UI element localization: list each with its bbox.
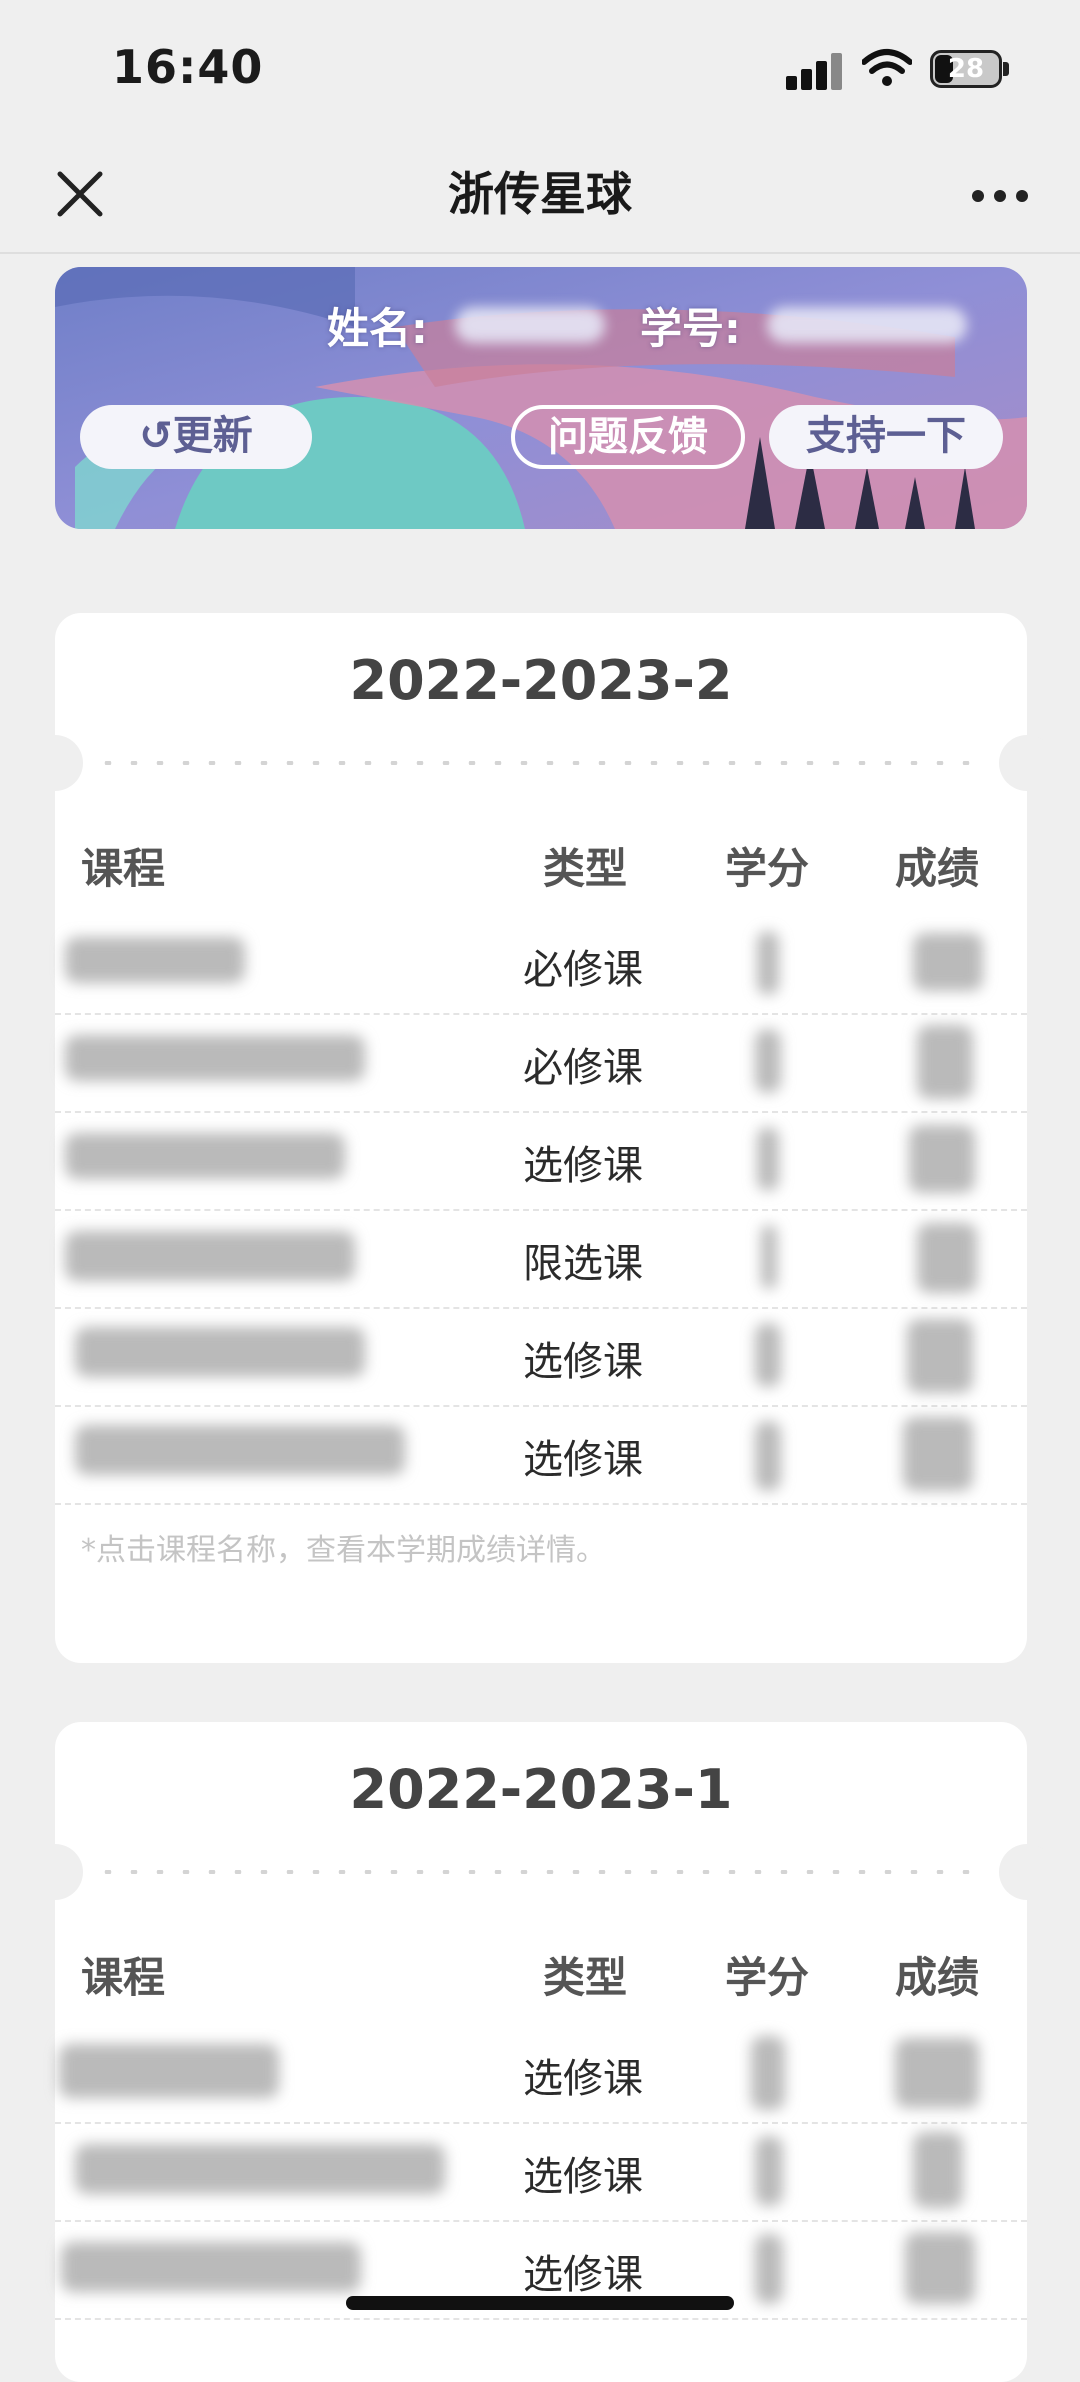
redacted-credit (755, 1029, 781, 1093)
feedback-button[interactable]: 问题反馈 (511, 405, 745, 469)
course-type: 选修课 (523, 2056, 643, 2102)
table-row[interactable]: 选修课 (55, 1405, 1027, 1505)
refresh-icon: ↺ (139, 413, 173, 459)
column-header-type: 类型 (543, 1953, 628, 2002)
status-bar: 16:40 28 (0, 0, 1080, 140)
student-info: 姓名: 学号: (55, 295, 1027, 355)
table-row[interactable]: 选修课 (55, 2024, 1027, 2124)
column-header-course: 课程 (81, 1953, 166, 2002)
course-type: 选修课 (523, 1143, 643, 1189)
battery-level: 28 (947, 54, 985, 84)
redacted-score (903, 1417, 973, 1491)
card-notch (999, 1844, 1055, 1900)
redacted-course-name[interactable] (65, 937, 245, 983)
table-row[interactable]: 必修课 (55, 915, 1027, 1015)
support-label: 支持一下 (806, 413, 966, 459)
redacted-course-name[interactable] (75, 1327, 365, 1377)
redacted-student-id (767, 307, 967, 343)
semester-card: 2022-2023-2 课程 类型 学分 成绩 必修课 必修课 选修课 限选课 … (27, 613, 1055, 1663)
redacted-course-name[interactable] (65, 1035, 365, 1081)
nav-bar: 浙传星球 (0, 140, 1080, 254)
course-type: 选修课 (523, 1339, 643, 1385)
refresh-button[interactable]: ↺更新 (80, 405, 312, 469)
redacted-credit (757, 931, 779, 995)
column-header-score: 成绩 (895, 1953, 980, 2002)
redacted-score (895, 2038, 979, 2108)
column-header-credit: 学分 (725, 844, 810, 893)
course-type: 选修课 (523, 2252, 643, 2298)
redacted-course-name[interactable] (61, 2242, 361, 2292)
page-title: 浙传星球 (448, 167, 632, 221)
redacted-course-name[interactable] (65, 1231, 355, 1281)
battery-icon: 28 (930, 50, 1002, 88)
dotted-divider (95, 1870, 987, 1874)
table-row[interactable]: 选修课 (55, 1307, 1027, 1407)
student-id-label: 学号: (640, 304, 741, 353)
card-notch (27, 1844, 83, 1900)
signal-icon (786, 50, 846, 90)
redacted-course-name[interactable] (75, 1425, 405, 1475)
battery-tip (1003, 62, 1009, 76)
redacted-credit (755, 2234, 783, 2304)
card-notch (999, 735, 1055, 791)
redacted-score (917, 1025, 973, 1099)
column-header-course: 课程 (81, 844, 166, 893)
redacted-course-name[interactable] (59, 2044, 279, 2098)
course-type: 限选课 (523, 1241, 643, 1287)
hint-text: *点击课程名称，查看本学期成绩详情。 (81, 1533, 606, 1568)
course-type: 选修课 (523, 2154, 643, 2200)
redacted-score (913, 2132, 963, 2208)
redacted-name (455, 307, 605, 343)
course-type: 必修课 (523, 1045, 643, 1091)
card-notch (27, 735, 83, 791)
home-indicator[interactable] (346, 2296, 734, 2310)
status-time: 16:40 (112, 40, 264, 94)
column-header-credit: 学分 (725, 1953, 810, 2002)
redacted-credit (761, 1225, 777, 1289)
redacted-score (913, 933, 983, 991)
redacted-credit (757, 1127, 779, 1191)
table-row[interactable]: 选修课 (55, 2122, 1027, 2222)
redacted-score (909, 1125, 975, 1193)
redacted-score (917, 1223, 977, 1293)
table-row[interactable]: 限选课 (55, 1209, 1027, 1309)
redacted-course-name[interactable] (65, 1133, 345, 1179)
redacted-score (907, 1319, 973, 1393)
semester-title: 2022-2023-2 (349, 649, 733, 712)
redacted-credit (751, 2036, 785, 2110)
column-header-type: 类型 (543, 844, 628, 893)
feedback-label: 问题反馈 (548, 414, 708, 460)
redacted-course-name[interactable] (75, 2144, 445, 2194)
wifi-icon (862, 49, 912, 86)
dotted-divider (95, 761, 987, 765)
redacted-credit (755, 2136, 783, 2206)
redacted-credit (755, 1421, 781, 1491)
course-type: 必修课 (523, 947, 643, 993)
redacted-score (905, 2232, 975, 2304)
more-dots-icon[interactable] (972, 180, 1032, 210)
refresh-label: 更新 (172, 413, 253, 459)
semester-title: 2022-2023-1 (349, 1758, 733, 1821)
semester-card: 2022-2023-1 课程 类型 学分 成绩 选修课 选修课 选修课 (27, 1722, 1055, 2382)
column-header-score: 成绩 (895, 844, 980, 893)
redacted-credit (755, 1323, 781, 1387)
table-row[interactable]: 必修课 (55, 1013, 1027, 1113)
profile-banner: 姓名: 学号: ↺更新 问题反馈 支持一下 (55, 267, 1027, 529)
support-button[interactable]: 支持一下 (769, 405, 1003, 469)
course-type: 选修课 (523, 1437, 643, 1483)
name-label: 姓名: (327, 304, 428, 353)
table-row[interactable]: 选修课 (55, 1111, 1027, 1211)
